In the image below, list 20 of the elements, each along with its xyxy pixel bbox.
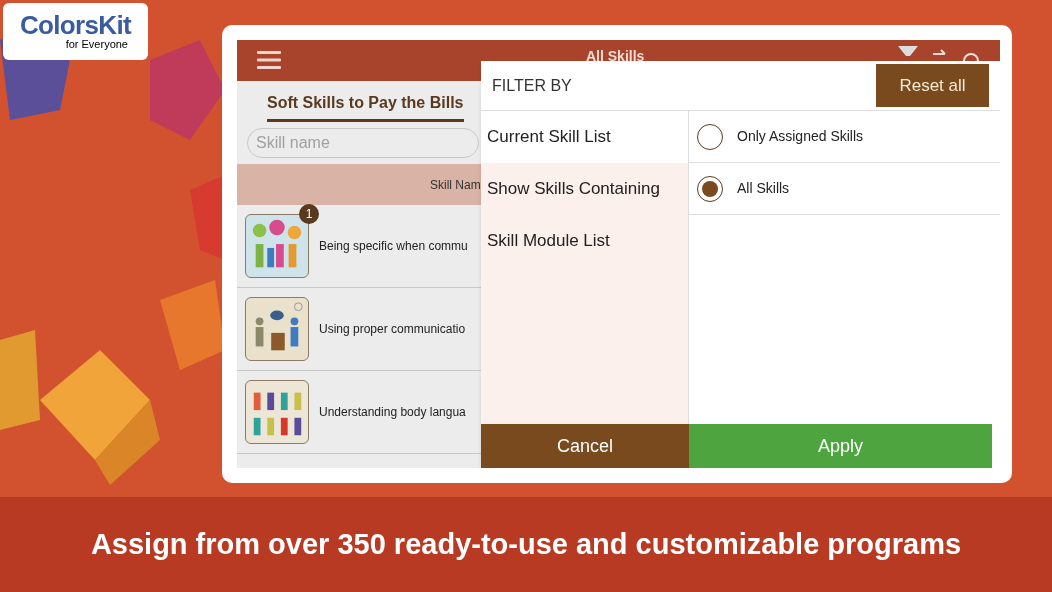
caption: Assign from over 350 ready-to-use and customizable programs xyxy=(90,526,962,562)
radio-button[interactable] xyxy=(697,175,723,202)
count-badge: 1 xyxy=(299,204,319,224)
skill-name: Understanding body langua xyxy=(319,404,466,421)
cancel-button[interactable]: Cancel xyxy=(481,424,689,468)
column-heading: Skill Nam xyxy=(430,176,481,194)
radio-button[interactable] xyxy=(697,123,723,150)
skill-name: Using proper communicatio xyxy=(319,321,466,338)
reset-all-button[interactable]: Reset all xyxy=(876,64,989,107)
radio-option[interactable]: All Skills xyxy=(689,163,1000,215)
header-title: All Skills xyxy=(586,47,645,66)
radio-option[interactable]: Only Assigned Skills xyxy=(689,111,1000,163)
tab[interactable]: Soft Skills to Pay the Bills xyxy=(267,91,464,122)
logo-tagline: for Everyone xyxy=(65,37,128,52)
filter-title: FILTER BY xyxy=(492,75,572,96)
filter-category[interactable]: Current Skill List xyxy=(481,111,688,163)
search-field[interactable]: Skill name xyxy=(247,128,479,158)
menu-icon[interactable] xyxy=(257,50,281,70)
skill-name: Being specific when commu xyxy=(319,238,468,255)
logo-name: ColorsKit xyxy=(19,11,132,38)
